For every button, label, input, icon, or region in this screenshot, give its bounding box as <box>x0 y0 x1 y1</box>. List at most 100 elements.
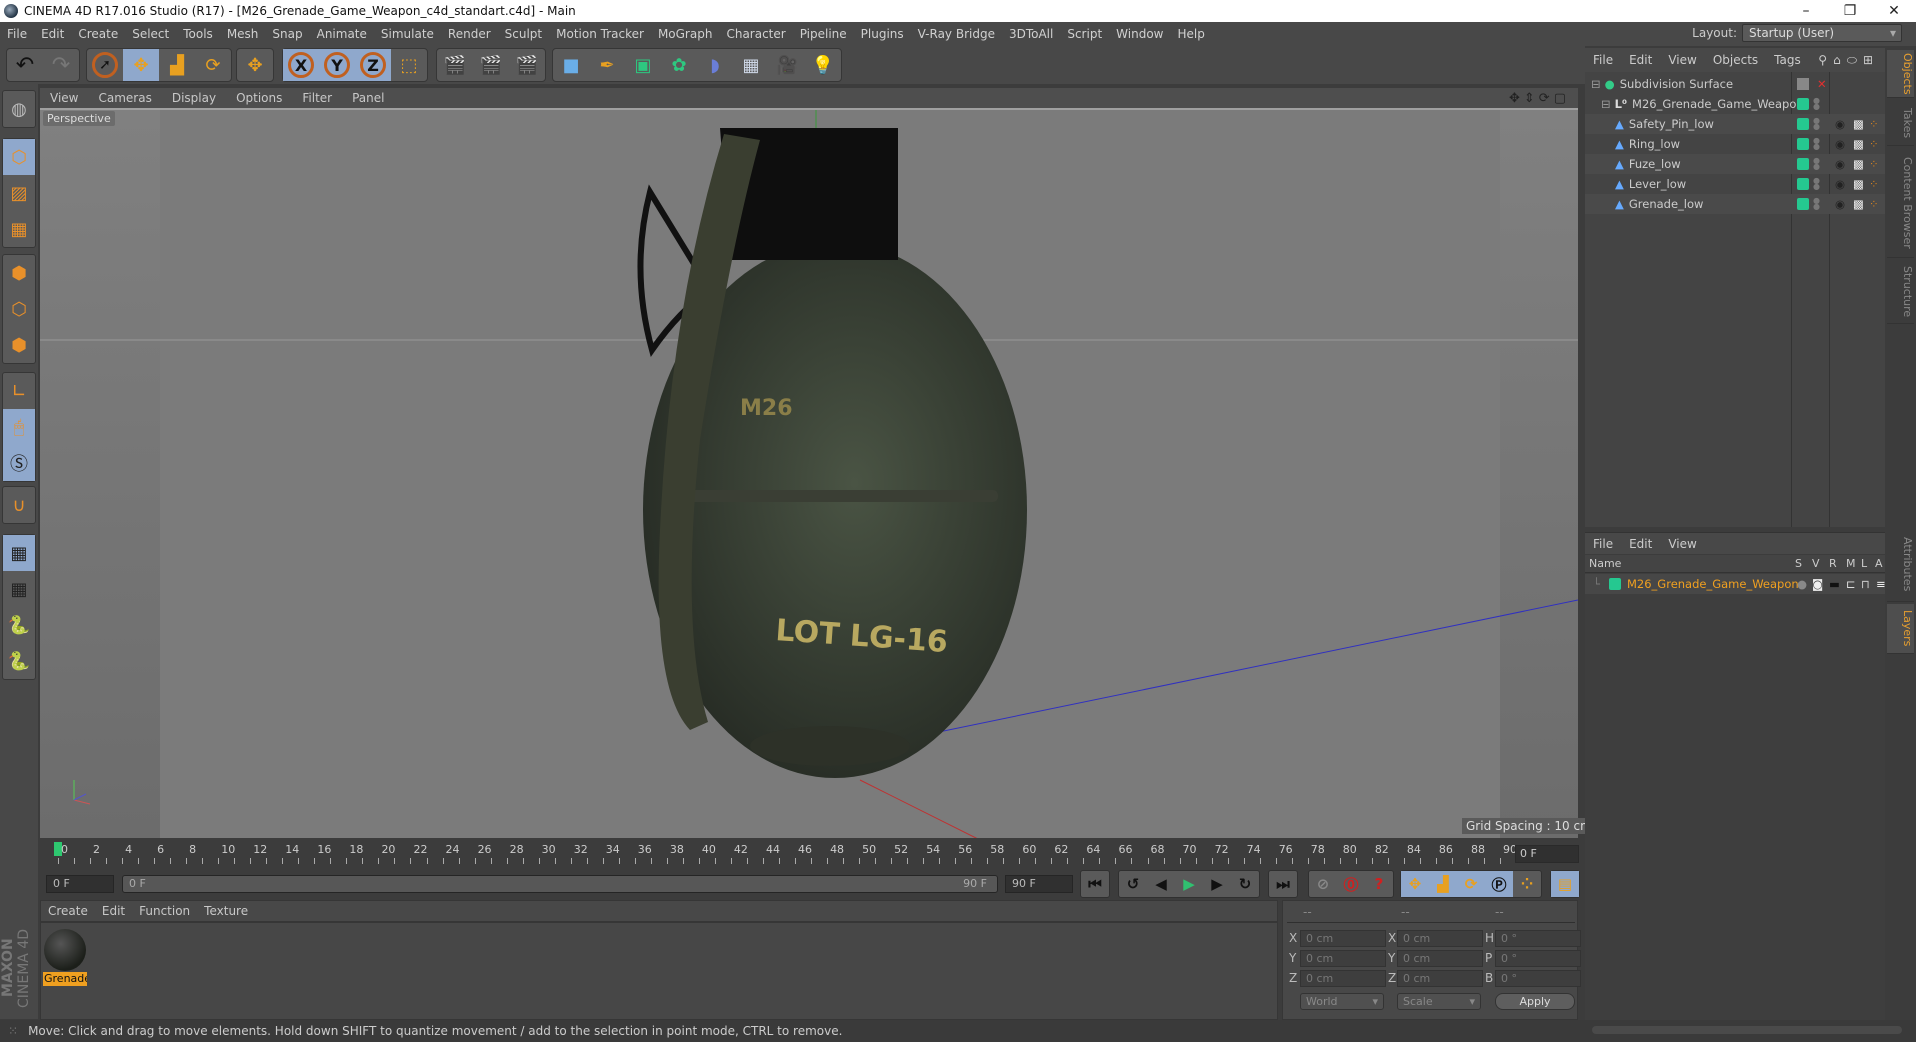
render-clapper-icon[interactable]: ▬ <box>1829 577 1840 591</box>
layer-color-swatch[interactable] <box>1797 138 1809 150</box>
current-frame-field[interactable]: 0 F <box>1515 845 1579 863</box>
viewport-menu-panel[interactable]: Panel <box>342 91 394 105</box>
visibility-dots[interactable]: ● ● <box>1813 177 1820 191</box>
workplane-mode-icon[interactable]: ▦ <box>3 211 35 247</box>
apply-button[interactable]: Apply <box>1495 993 1575 1010</box>
object-row-grenade[interactable]: ▲ Grenade_low ● ● ◉ ▩ ⁘ <box>1585 194 1885 214</box>
layer-row[interactable]: └ M26_Grenade_Game_Weapon ● ◙ ▬ ⊏ ⊓ ≡ <box>1585 574 1886 594</box>
timeline-ruler[interactable]: 0 2 4 6 8 10 12 14 16 18 20 22 24 26 28 30 32 34 36 38 40 42 4… <box>40 840 1578 870</box>
go-to-end-icon[interactable]: ⏭ <box>1269 871 1297 897</box>
rot-h-field[interactable]: 0 ° <box>1495 930 1581 947</box>
motion-record-icon[interactable]: ⊘ <box>1309 871 1337 897</box>
autokey-icon[interactable]: ? <box>1365 871 1393 897</box>
visibility-dots[interactable]: ● ● <box>1813 97 1820 111</box>
material-swatch[interactable]: Grenade <box>43 928 87 986</box>
move-alt-icon[interactable]: ✥ <box>237 49 273 81</box>
dolly-icon[interactable]: ⇕ <box>1524 91 1539 106</box>
material-tag-icon[interactable]: ◉ <box>1835 137 1845 151</box>
workplane-rotate-icon[interactable]: ▦ <box>3 571 35 607</box>
layers-menu-edit[interactable]: Edit <box>1621 537 1660 551</box>
cube-icon[interactable]: ■ <box>553 49 589 81</box>
menu-window[interactable]: Window <box>1109 27 1170 41</box>
texture-tag-icon[interactable]: ▩ <box>1853 137 1864 151</box>
uvw-tag-icon[interactable]: ⁘ <box>1869 197 1879 211</box>
pen-spline-icon[interactable]: ✒ <box>589 49 625 81</box>
material-tag-icon[interactable]: ◉ <box>1835 117 1845 131</box>
render-view-icon[interactable]: 🎬 <box>437 49 473 81</box>
texture-mode-icon[interactable]: ▨ <box>3 175 35 211</box>
layer-color-swatch[interactable] <box>1797 158 1809 170</box>
key-pla-icon[interactable]: ⁘ <box>1513 871 1541 897</box>
menu-plugins[interactable]: Plugins <box>854 27 911 41</box>
uvw-tag-icon[interactable]: ⁘ <box>1869 137 1879 151</box>
column-solo[interactable]: S <box>1795 557 1802 570</box>
next-frame-icon[interactable]: ▶ <box>1203 871 1231 897</box>
object-row-lever[interactable]: ▲ Lever_low ● ● ◉ ▩ ⁘ <box>1585 174 1885 194</box>
previous-key-icon[interactable]: ↺ <box>1119 871 1147 897</box>
enable-toggle[interactable] <box>1797 78 1809 90</box>
objects-menu-view[interactable]: View <box>1660 53 1704 67</box>
layers-menu-file[interactable]: File <box>1585 537 1621 551</box>
visibility-dots[interactable]: ● ● <box>1813 117 1820 131</box>
objects-menu-objects[interactable]: Objects <box>1705 53 1766 67</box>
column-render[interactable]: R <box>1829 557 1837 570</box>
cloner-icon[interactable]: ✿ <box>661 49 697 81</box>
lock-workplane-icon[interactable]: ▦ <box>3 535 35 571</box>
z-axis-icon[interactable]: Z <box>355 49 391 81</box>
viewport-menu-display[interactable]: Display <box>162 91 226 105</box>
object-row-subdivision-surface[interactable]: ⊟ ● Subdivision Surface ✕ <box>1585 74 1885 94</box>
new-view-icon[interactable]: ⊞ <box>1863 53 1879 67</box>
size-y-field[interactable]: 0 cm <box>1397 950 1483 967</box>
coordinate-mode-dropdown[interactable]: Scale ▾ <box>1397 993 1481 1010</box>
snap-magnet-icon[interactable]: ∪ <box>3 487 35 523</box>
close-button[interactable]: ✕ <box>1874 0 1914 22</box>
material-tag-icon[interactable]: ◉ <box>1835 157 1845 171</box>
tweak-mode-icon[interactable]: 🖱 <box>3 409 35 445</box>
play-icon[interactable]: ▶ <box>1175 871 1203 897</box>
points-mode-icon[interactable]: ⬢ <box>3 255 35 291</box>
timeline-icon[interactable]: ▤ <box>1551 871 1579 897</box>
objects-menu-edit[interactable]: Edit <box>1621 53 1660 67</box>
tab-layers[interactable]: Layers <box>1887 604 1914 654</box>
disabled-x-icon[interactable]: ✕ <box>1817 77 1827 91</box>
redo-icon[interactable]: ↷ <box>43 49 79 81</box>
layer-color-swatch[interactable] <box>1797 198 1809 210</box>
previous-frame-icon[interactable]: ◀ <box>1147 871 1175 897</box>
material-menu-function[interactable]: Function <box>132 904 197 918</box>
menu-pipeline[interactable]: Pipeline <box>793 27 854 41</box>
go-to-start-icon[interactable]: ⏮ <box>1081 871 1109 897</box>
objects-menu-file[interactable]: File <box>1585 53 1621 67</box>
subdivision-icon[interactable]: ▣ <box>625 49 661 81</box>
scale-icon[interactable]: ▟ <box>159 49 195 81</box>
viewport-menu-filter[interactable]: Filter <box>292 91 342 105</box>
menu-script[interactable]: Script <box>1060 27 1109 41</box>
texture-tag-icon[interactable]: ▩ <box>1853 177 1864 191</box>
menu-render[interactable]: Render <box>441 27 498 41</box>
camera-label[interactable]: Perspective <box>43 111 115 126</box>
visibility-dots[interactable]: ● ● <box>1813 197 1820 211</box>
material-menu-texture[interactable]: Texture <box>197 904 255 918</box>
solo-icon[interactable]: Ⓢ <box>3 445 35 481</box>
restore-button[interactable]: ❐ <box>1830 0 1870 22</box>
edges-mode-icon[interactable]: ⬡ <box>3 291 35 327</box>
material-menu-edit[interactable]: Edit <box>95 904 132 918</box>
select-arrow-icon[interactable]: ➚ <box>87 49 123 81</box>
layer-color-swatch[interactable] <box>1797 98 1809 110</box>
light-icon[interactable]: 💡 <box>805 49 841 81</box>
size-z-field[interactable]: 0 cm <box>1397 970 1483 987</box>
key-parameter-icon[interactable]: Ⓟ <box>1485 871 1513 897</box>
polygons-mode-icon[interactable]: ⬢ <box>3 327 35 363</box>
tab-takes[interactable]: Takes <box>1887 102 1914 146</box>
rot-b-field[interactable]: 0 ° <box>1495 970 1581 987</box>
visibility-dots[interactable]: ● ● <box>1813 157 1820 171</box>
menu-mesh[interactable]: Mesh <box>220 27 266 41</box>
layer-name[interactable]: M26_Grenade_Game_Weapon <box>1627 577 1799 591</box>
deformer-icon[interactable]: ◗ <box>697 49 733 81</box>
layer-color-swatch[interactable] <box>1609 578 1621 590</box>
pos-y-field[interactable]: 0 cm <box>1300 950 1386 967</box>
key-scale-icon[interactable]: ▟ <box>1429 871 1457 897</box>
object-row-m26-grenade[interactable]: ⊟ L⁰ M26_Grenade_Game_Weapon ● ● <box>1585 94 1885 114</box>
search-icon[interactable]: ⚲ <box>1818 53 1833 67</box>
object-row-safety-pin[interactable]: ▲ Safety_Pin_low ● ● ◉ ▩ ⁘ <box>1585 114 1885 134</box>
menu-snap[interactable]: Snap <box>265 27 309 41</box>
